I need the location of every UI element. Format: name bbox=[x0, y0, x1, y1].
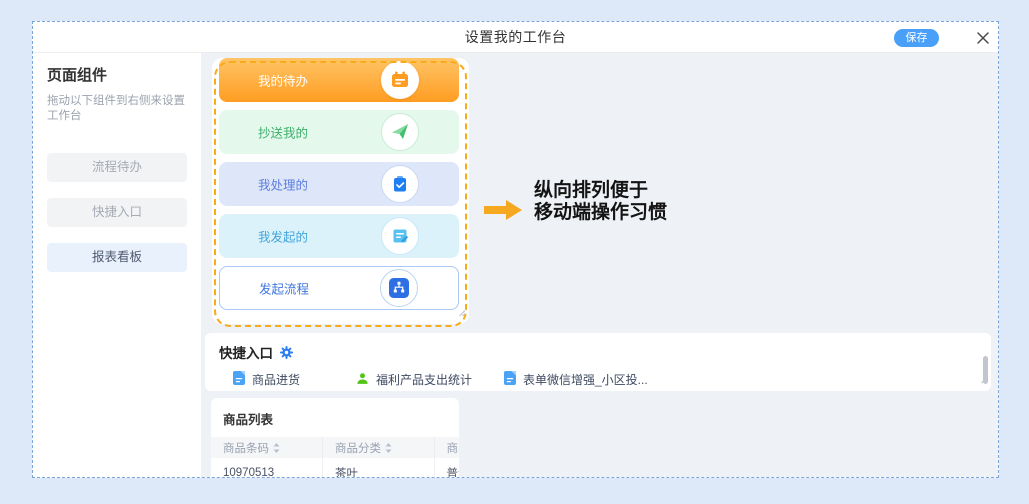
sort-icon[interactable] bbox=[385, 443, 392, 456]
quick-entry-item-goods-purchase[interactable]: 商品进货 bbox=[233, 371, 356, 388]
sort-icon[interactable] bbox=[273, 443, 280, 456]
quick-entry-item-label: 福利产品支出统计 bbox=[376, 371, 472, 388]
annotation-text: 纵向排列便于 移动端操作习惯 bbox=[534, 180, 667, 224]
gear-icon[interactable] bbox=[280, 346, 293, 359]
card-label: 抄送我的 bbox=[258, 123, 308, 142]
sidebar-item-quick-entry[interactable]: 快捷入口 bbox=[47, 198, 187, 227]
dialog-header: 设置我的工作台 保存 bbox=[33, 22, 998, 53]
calendar-icon bbox=[381, 61, 419, 99]
product-table: 商品条码 商品分类 商品名 10970513 bbox=[211, 437, 459, 477]
sidebar-subtitle: 拖动以下组件到右侧来设置工作台 bbox=[47, 94, 187, 124]
resize-handle-icon[interactable] bbox=[458, 304, 466, 322]
person-icon bbox=[356, 372, 369, 388]
card-label: 我发起的 bbox=[258, 227, 308, 246]
column-header-barcode[interactable]: 商品条码 bbox=[211, 437, 323, 458]
clipboard-check-icon bbox=[381, 165, 419, 203]
scrollbar-thumb[interactable] bbox=[983, 356, 988, 384]
cell-name: 普洱茶 bbox=[434, 458, 459, 477]
workflow-cards-panel: 我的待办 抄送我的 bbox=[212, 58, 469, 324]
workbench-settings-dialog: 设置我的工作台 保存 页面组件 拖动以下组件到右侧来设置工作台 流程待办 快捷入… bbox=[32, 21, 999, 478]
annotation-line-2: 移动端操作习惯 bbox=[534, 202, 667, 224]
sidebar-item-report-board[interactable]: 报表看板 bbox=[47, 243, 187, 272]
quick-entry-item-welfare-stats[interactable]: 福利产品支出统计 bbox=[356, 371, 504, 388]
product-list-title: 商品列表 bbox=[211, 398, 459, 437]
table-row[interactable]: 10970513 茶叶 普洱茶 bbox=[211, 458, 459, 477]
quick-entry-item-label: 表单微信增强_小区投... bbox=[523, 371, 648, 388]
card-label: 发起流程 bbox=[259, 279, 309, 298]
quick-entry-header: 快捷入口 bbox=[205, 333, 991, 362]
card-label: 我处理的 bbox=[258, 175, 308, 194]
doc-icon bbox=[233, 371, 245, 388]
quick-entry-item-wechat-form[interactable]: 表单微信增强_小区投... bbox=[504, 371, 648, 388]
dialog-title: 设置我的工作台 bbox=[33, 22, 998, 52]
card-start-process[interactable]: 发起流程 bbox=[219, 266, 459, 310]
save-button[interactable]: 保存 bbox=[894, 29, 939, 47]
components-sidebar: 页面组件 拖动以下组件到右侧来设置工作台 流程待办 快捷入口 报表看板 bbox=[33, 53, 201, 477]
cell-barcode: 10970513 bbox=[211, 458, 323, 477]
card-cc-to-me[interactable]: 抄送我的 bbox=[219, 110, 459, 154]
column-header-category[interactable]: 商品分类 bbox=[323, 437, 435, 458]
table-header-row: 商品条码 商品分类 商品名 bbox=[211, 437, 459, 458]
product-list-card: 商品列表 商品条码 商品分类 商品名 bbox=[211, 398, 459, 477]
column-header-name[interactable]: 商品名 bbox=[434, 437, 459, 458]
close-icon[interactable] bbox=[976, 31, 990, 45]
cell-category: 茶叶 bbox=[323, 458, 435, 477]
annotation-arrow-icon bbox=[484, 199, 522, 226]
quick-entry-title: 快捷入口 bbox=[219, 342, 273, 362]
sidebar-item-process-todo[interactable]: 流程待办 bbox=[47, 153, 187, 182]
card-my-todo[interactable]: 我的待办 bbox=[219, 58, 459, 102]
annotation-line-1: 纵向排列便于 bbox=[534, 180, 667, 202]
org-chart-icon bbox=[380, 269, 418, 307]
quick-entry-card: 快捷入口 bbox=[205, 333, 991, 391]
doc-icon bbox=[504, 371, 516, 388]
sidebar-title: 页面组件 bbox=[47, 64, 187, 85]
card-handled-by-me[interactable]: 我处理的 bbox=[219, 162, 459, 206]
card-label: 我的待办 bbox=[258, 71, 308, 90]
workbench-preview-area: 我的待办 抄送我的 bbox=[201, 53, 998, 477]
card-initiated-by-me[interactable]: 我发起的 bbox=[219, 214, 459, 258]
paper-plane-icon bbox=[381, 113, 419, 151]
quick-entry-items: 商品进货 福利产品支出统计 表单微信增强_小区投... bbox=[205, 362, 991, 388]
page-background: 设置我的工作台 保存 页面组件 拖动以下组件到右侧来设置工作台 流程待办 快捷入… bbox=[0, 0, 1029, 504]
note-edit-icon bbox=[381, 217, 419, 255]
quick-entry-item-label: 商品进货 bbox=[252, 371, 300, 388]
